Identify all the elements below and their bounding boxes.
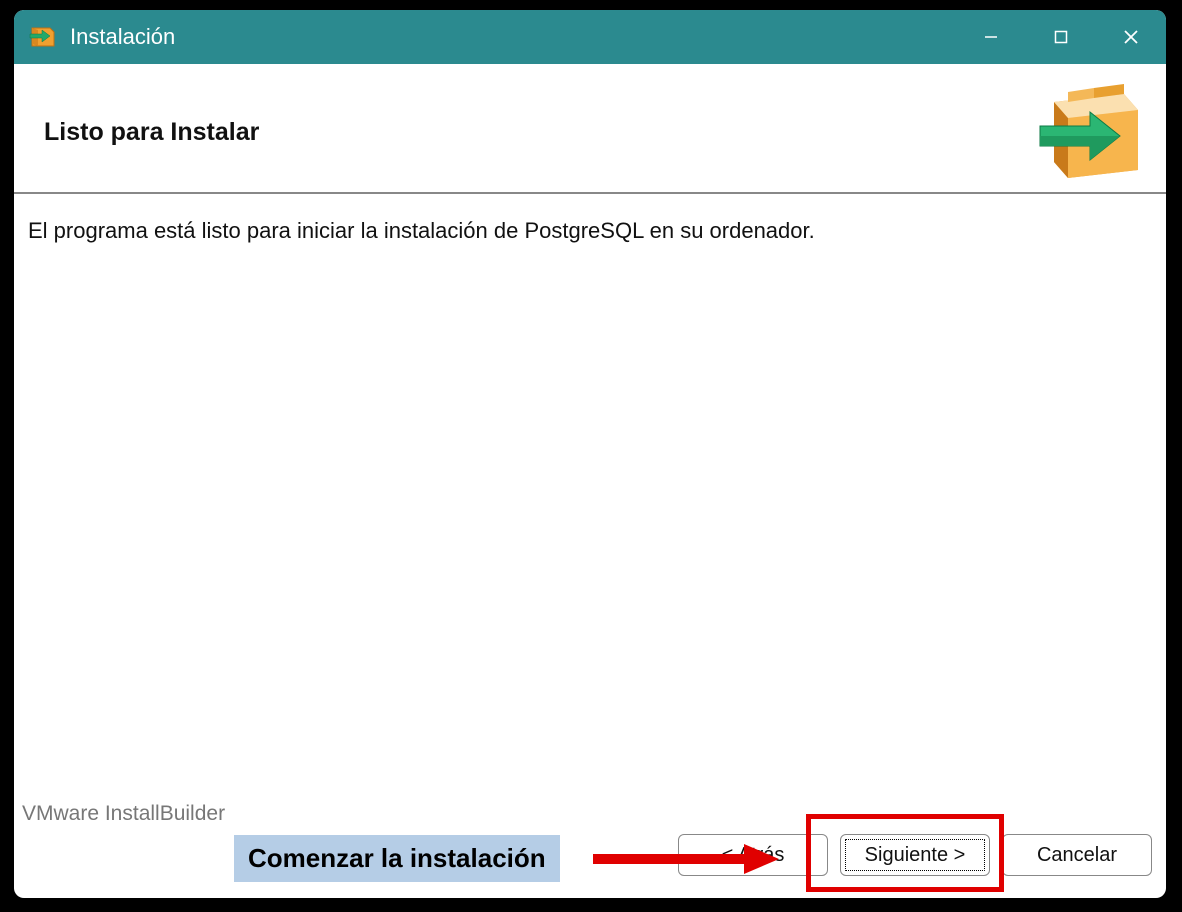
minimize-button[interactable] bbox=[956, 10, 1026, 64]
annotation-arrow-icon bbox=[589, 844, 779, 874]
annotation-label: Comenzar la instalación bbox=[234, 835, 560, 882]
app-icon bbox=[28, 20, 58, 55]
wizard-content: El programa está listo para iniciar la i… bbox=[14, 194, 1166, 244]
maximize-button[interactable] bbox=[1026, 10, 1096, 64]
window-controls bbox=[956, 10, 1166, 64]
cancel-button[interactable]: Cancelar bbox=[1002, 834, 1152, 876]
wizard-header: Listo para Instalar bbox=[14, 64, 1166, 194]
installer-window: Instalación Listo para Instalar bbox=[14, 10, 1166, 898]
builder-branding: VMware InstallBuilder bbox=[22, 802, 225, 826]
box-arrow-icon bbox=[1034, 82, 1144, 182]
close-button[interactable] bbox=[1096, 10, 1166, 64]
titlebar-left: Instalación bbox=[28, 20, 175, 55]
window-title: Instalación bbox=[70, 24, 175, 50]
page-title: Listo para Instalar bbox=[44, 118, 259, 147]
ready-message: El programa está listo para iniciar la i… bbox=[28, 218, 1152, 244]
titlebar: Instalación bbox=[14, 10, 1166, 64]
annotation-highlight-box bbox=[806, 814, 1004, 892]
